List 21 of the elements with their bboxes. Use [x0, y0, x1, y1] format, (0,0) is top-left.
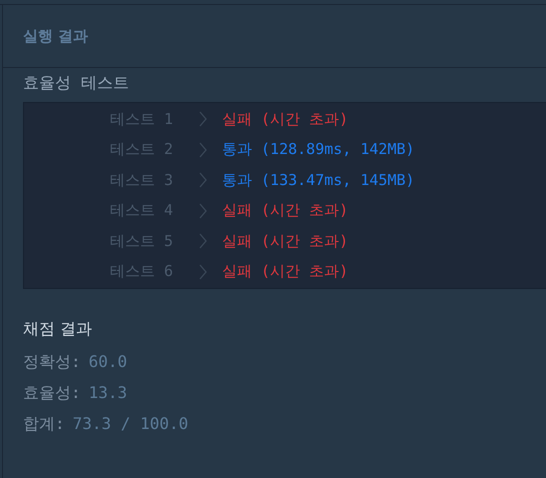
grading-title: 채점 결과	[23, 319, 94, 340]
chevron-icon	[198, 111, 208, 128]
score-label: 합계:	[23, 414, 65, 435]
score-value: 73.3 / 100.0	[72, 414, 188, 435]
test-result: 실패 (시간 초과)	[222, 201, 348, 220]
chevron-icon	[198, 142, 208, 158]
chevron-icon	[198, 264, 208, 280]
chevron-icon	[198, 233, 208, 250]
score-value: 13.3	[88, 383, 128, 404]
score-label: 효율성:	[23, 383, 81, 404]
test-result: 실패 (시간 초과)	[222, 110, 348, 129]
panel-title: 실행 결과	[23, 26, 88, 46]
test-result: 실패 (시간 초과)	[222, 262, 348, 282]
test-result: 통과 (128.89ms, 142MB)	[222, 140, 415, 160]
chevron-icon	[198, 202, 208, 219]
score-label: 정확성:	[23, 352, 81, 373]
score-value: 60.0	[88, 352, 128, 373]
test-result: 통과 (133.47ms, 145MB)	[222, 170, 415, 190]
chevron-icon	[198, 172, 208, 188]
test-result: 실패 (시간 초과)	[222, 232, 348, 251]
section-title: 효율성 테스트	[22, 72, 130, 94]
